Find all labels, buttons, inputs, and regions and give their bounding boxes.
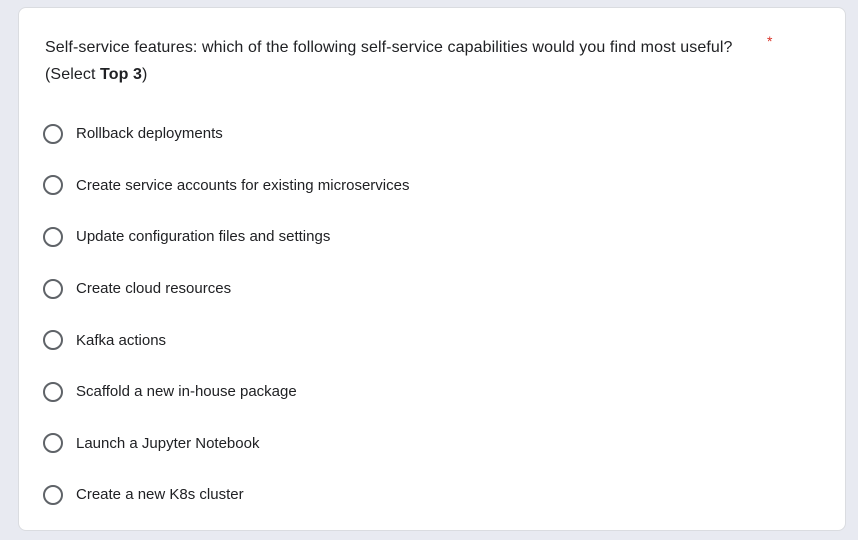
question-text-end: ) xyxy=(142,66,148,83)
option-label: Kafka actions xyxy=(76,331,167,349)
option-update-configuration[interactable]: Update configuration files and settings xyxy=(43,211,409,263)
radio-button[interactable] xyxy=(43,123,63,144)
option-label: Rollback deployments xyxy=(76,125,223,143)
required-asterisk: * xyxy=(767,33,773,49)
question-title: Self-service features: which of the foll… xyxy=(45,34,735,88)
radio-button[interactable] xyxy=(43,433,63,454)
option-create-cloud-resources[interactable]: Create cloud resources xyxy=(43,263,409,315)
option-label: Update configuration files and settings xyxy=(76,228,331,246)
option-launch-jupyter[interactable]: Launch a Jupyter Notebook xyxy=(43,418,409,470)
option-rollback-deployments[interactable]: Rollback deployments xyxy=(43,108,409,160)
option-kafka-actions[interactable]: Kafka actions xyxy=(43,314,409,366)
radio-button[interactable] xyxy=(43,175,63,196)
options-list: Rollback deployments Create service acco… xyxy=(43,108,409,521)
question-emphasis: Top 3 xyxy=(100,66,143,83)
option-label: Create service accounts for existing mic… xyxy=(76,176,410,194)
option-label: Create cloud resources xyxy=(76,280,232,298)
question-card: Self-service features: which of the foll… xyxy=(18,7,846,531)
question-text: Self-service features: which of the foll… xyxy=(45,39,733,83)
option-label: Scaffold a new in-house package xyxy=(76,383,297,401)
option-label: Launch a Jupyter Notebook xyxy=(76,434,260,452)
option-create-k8s-cluster[interactable]: Create a new K8s cluster xyxy=(43,469,409,521)
option-create-service-accounts[interactable]: Create service accounts for existing mic… xyxy=(43,160,409,212)
radio-button[interactable] xyxy=(43,381,63,402)
radio-button[interactable] xyxy=(43,226,63,247)
radio-button[interactable] xyxy=(43,330,63,351)
option-scaffold-package[interactable]: Scaffold a new in-house package xyxy=(43,366,409,418)
radio-button[interactable] xyxy=(43,278,63,299)
option-label: Create a new K8s cluster xyxy=(76,486,244,504)
radio-button[interactable] xyxy=(43,484,63,505)
